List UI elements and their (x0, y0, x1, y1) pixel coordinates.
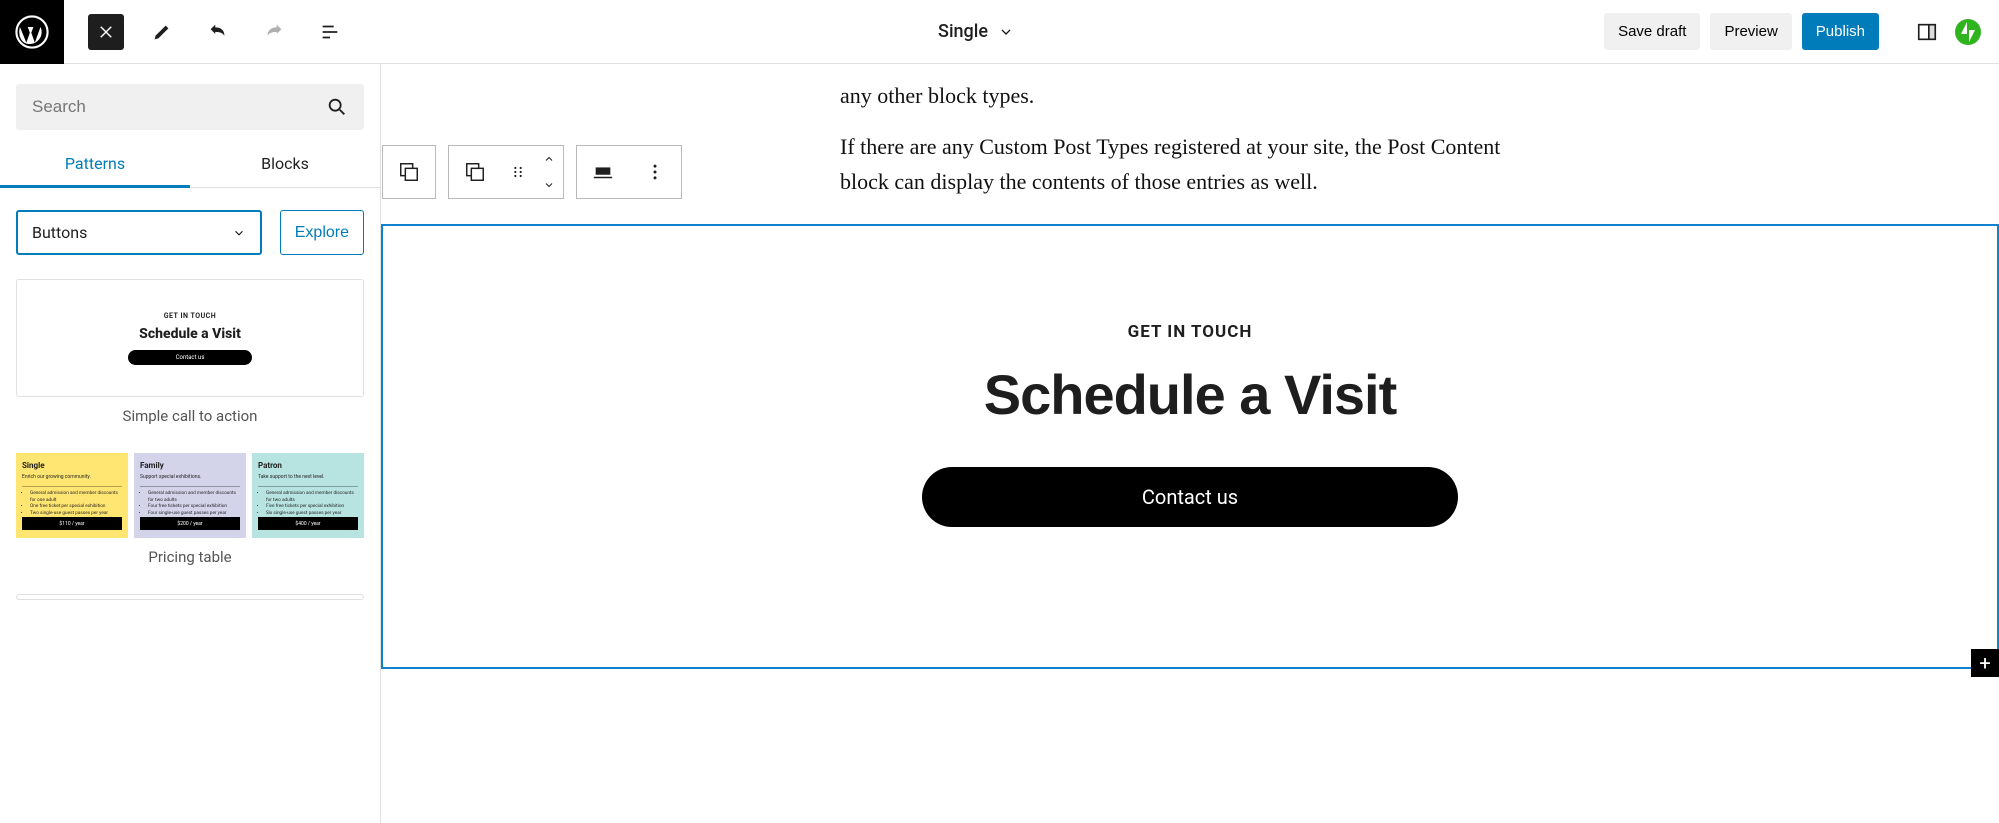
tier-title: Single (22, 461, 122, 470)
pattern-cta-title: Schedule a Visit (139, 326, 241, 342)
chevron-up-icon (543, 153, 555, 165)
pattern-cta-button: Contact us (128, 350, 253, 365)
more-vertical-icon (645, 162, 665, 182)
pattern-cta-kicker: GET IN TOUCH (164, 312, 216, 320)
pattern-category-select[interactable]: Buttons (16, 210, 262, 255)
cta-kicker[interactable]: GET IN TOUCH (383, 322, 1997, 342)
tab-patterns[interactable]: Patterns (0, 140, 190, 188)
tier-feature: Four single-use guest passes per year (148, 511, 240, 518)
block-inserter-panel: Patterns Blocks Buttons Explore GET IN T… (0, 64, 381, 823)
editor-topbar: Single Save draft Preview Publish (0, 0, 1999, 64)
cta-button[interactable]: Contact us (922, 467, 1458, 527)
save-draft-button[interactable]: Save draft (1604, 13, 1700, 50)
paragraph-block[interactable]: any other block types. (840, 78, 1540, 113)
pencil-icon (151, 21, 173, 43)
undo-button[interactable] (200, 14, 236, 50)
topbar-actions: Save draft Preview Publish (1604, 13, 1999, 50)
edit-tool-button[interactable] (144, 14, 180, 50)
search-input[interactable] (32, 97, 326, 117)
inserter-tabs: Patterns Blocks (0, 140, 380, 188)
publish-button[interactable]: Publish (1802, 13, 1879, 50)
pattern-name-label: Simple call to action (16, 407, 364, 425)
cta-heading[interactable]: Schedule a Visit (383, 362, 1997, 427)
move-up-button[interactable] (535, 146, 563, 172)
add-block-button[interactable]: + (1971, 649, 1999, 677)
tier-title: Patron (258, 461, 358, 470)
tier-subtitle: Support special exhibitions. (140, 474, 240, 480)
tier-title: Family (140, 461, 240, 470)
paragraph-block[interactable]: If there are any Custom Post Types regis… (840, 129, 1540, 199)
pricing-tier-single: Single Enrich our growing community. Gen… (16, 453, 128, 538)
list-view-icon (319, 21, 341, 43)
pattern-preview-pricing[interactable]: Single Enrich our growing community. Gen… (16, 453, 364, 538)
close-inserter-button[interactable] (88, 14, 124, 50)
pattern-preview-cta[interactable]: GET IN TOUCH Schedule a Visit Contact us (16, 279, 364, 397)
sidebar-icon (1916, 21, 1938, 43)
preview-button[interactable]: Preview (1710, 13, 1791, 50)
chevron-down-icon (998, 24, 1014, 40)
tier-feature: Two single-use guest passes per year (30, 511, 122, 518)
tier-feature: General admission and member discounts f… (266, 491, 358, 504)
settings-sidebar-toggle[interactable] (1909, 14, 1945, 50)
search-icon (326, 96, 348, 118)
tier-feature: Four free tickets per special exhibition (148, 504, 240, 511)
tier-feature: Six single-use guest passes per year (266, 511, 358, 518)
wordpress-logo-button[interactable] (0, 0, 64, 64)
pricing-tier-patron: Patron Take support to the next level. G… (252, 453, 364, 538)
block-type-button[interactable] (449, 146, 501, 198)
plus-icon: + (1979, 651, 1990, 675)
close-icon (97, 23, 115, 41)
group-icon (398, 161, 420, 183)
chevron-down-icon (543, 179, 555, 191)
tier-feature: General admission and member discounts f… (148, 491, 240, 504)
template-selector[interactable]: Single (348, 21, 1604, 42)
selected-group-block[interactable]: GET IN TOUCH Schedule a Visit Contact us (381, 224, 1999, 669)
alignment-button[interactable] (577, 146, 629, 198)
pattern-name-label: Pricing table (16, 548, 364, 566)
pattern-preview-next[interactable] (16, 594, 364, 600)
jetpack-icon[interactable] (1955, 19, 1981, 45)
drag-handle[interactable] (501, 146, 535, 198)
pricing-tier-family: Family Support special exhibitions. Gene… (134, 453, 246, 538)
tier-subtitle: Take support to the next level. (258, 474, 358, 480)
tier-feature: Five free tickets per special exhibition (266, 504, 358, 511)
document-overview-button[interactable] (312, 14, 348, 50)
undo-icon (207, 21, 229, 43)
template-name-label: Single (938, 21, 988, 42)
redo-icon (263, 21, 285, 43)
editor-canvas[interactable]: any other block types. If there are any … (381, 64, 1999, 823)
move-down-button[interactable] (535, 172, 563, 198)
group-icon (464, 161, 486, 183)
select-parent-button[interactable] (383, 146, 435, 198)
tier-price: $400 / year (258, 517, 358, 530)
inserter-search[interactable] (16, 84, 364, 130)
tab-blocks[interactable]: Blocks (190, 140, 380, 188)
block-toolbar (382, 145, 682, 199)
explore-patterns-button[interactable]: Explore (280, 210, 364, 255)
tier-price: $110 / year (22, 517, 122, 530)
category-selected-label: Buttons (32, 223, 87, 242)
redo-button (256, 14, 292, 50)
tier-feature: One free ticket per special exhibition (30, 504, 122, 511)
chevron-down-icon (232, 226, 246, 240)
tier-price: $200 / year (140, 517, 240, 530)
tier-feature: General admission and member discounts f… (30, 491, 122, 504)
align-full-icon (592, 161, 614, 183)
block-more-options[interactable] (629, 146, 681, 198)
drag-icon (510, 164, 526, 180)
tier-subtitle: Enrich our growing community. (22, 474, 122, 480)
